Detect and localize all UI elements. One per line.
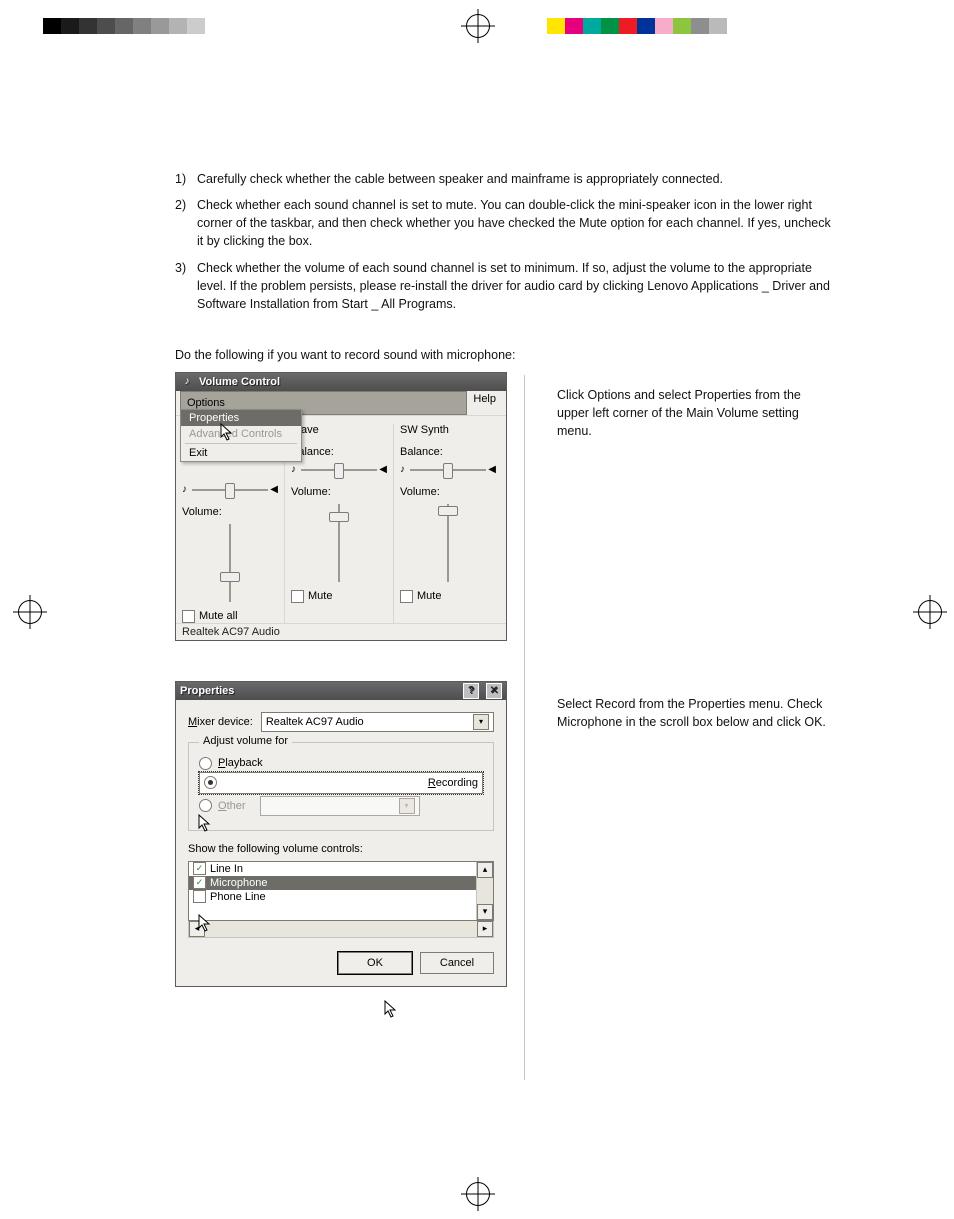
adjust-volume-group: Adjust volume for Playback Recording Oth… [188, 742, 494, 831]
balance-slider[interactable]: ♪◀ [182, 480, 278, 500]
window-title: Properties [180, 685, 234, 697]
cancel-button[interactable]: Cancel [420, 952, 494, 974]
menu-help[interactable]: Help [467, 391, 502, 415]
checkbox-linein[interactable]: ✓ [193, 862, 206, 875]
grayscale-bar [43, 18, 223, 34]
checkbox-phoneline[interactable] [193, 890, 206, 903]
mixer-label: Mixer device: [188, 716, 253, 728]
cursor-icon [198, 814, 212, 832]
properties-dialog: Properties ? ✕ Mixer device: Realtek AC9… [175, 681, 507, 987]
scrollbar-horizontal[interactable]: ◂▸ [188, 921, 494, 938]
chevron-down-icon[interactable]: ▾ [473, 714, 489, 730]
app-icon: ♪ [180, 375, 194, 389]
menu-item-exit[interactable]: Exit [181, 445, 301, 461]
show-controls-label: Show the following volume controls: [188, 843, 494, 855]
titlebar[interactable]: Properties ? ✕ [176, 682, 506, 700]
ok-button[interactable]: OK [338, 952, 412, 974]
steps-list: 1)Carefully check whether the cable betw… [175, 170, 834, 313]
step-3: 3)Check whether the volume of each sound… [175, 259, 834, 313]
caption-2: Select Record from the Properties menu. … [557, 681, 834, 731]
registration-mark-top [466, 14, 490, 38]
step-2: 2)Check whether each sound channel is se… [175, 196, 834, 250]
lead-text: Do the following if you want to record s… [175, 348, 834, 362]
volume-slider[interactable] [182, 524, 278, 602]
scroll-right-icon: ▸ [477, 921, 493, 937]
window-title: Volume Control [199, 376, 280, 388]
mute-checkbox[interactable] [400, 590, 413, 603]
registration-mark-right [918, 600, 942, 624]
menu-item-properties[interactable]: Properties [181, 410, 301, 426]
channel-swsynth: SW Synth Balance: ♪◀ Volume: Mute [394, 424, 502, 623]
radio-other: Other ▾ [199, 796, 483, 816]
mute-checkbox[interactable] [291, 590, 304, 603]
volume-control-window: ♪ Volume Control Options Help Properties… [175, 372, 507, 641]
mixer-select[interactable]: Realtek AC97 Audio ▾ [261, 712, 494, 732]
volume-slider[interactable] [291, 504, 387, 582]
cursor-icon [198, 914, 212, 932]
controls-listbox[interactable]: ✓Line In ✓Microphone Phone Line ▴▾ [188, 861, 494, 921]
other-select: ▾ [260, 796, 420, 816]
caption-1: Click Options and select Properties from… [557, 372, 834, 440]
cursor-icon [220, 423, 234, 441]
radio-playback[interactable]: Playback [199, 757, 483, 770]
volume-slider[interactable] [400, 504, 496, 582]
menu-item-advanced[interactable]: Advanced Controls [181, 426, 301, 442]
titlebar[interactable]: ♪ Volume Control [176, 373, 506, 391]
status-bar: Realtek AC97 Audio [176, 623, 506, 640]
radio-recording[interactable]: Recording [199, 772, 483, 794]
crop-mark [10, 48, 36, 74]
registration-mark-bottom [466, 1182, 490, 1206]
checkbox-microphone[interactable]: ✓ [193, 876, 206, 889]
registration-mark-left [18, 600, 42, 624]
balance-slider[interactable]: ♪◀ [400, 460, 496, 480]
scroll-up-icon: ▴ [477, 862, 493, 878]
help-button[interactable]: ? [463, 683, 479, 699]
scroll-down-icon: ▾ [477, 904, 493, 920]
scrollbar-vertical[interactable]: ▴▾ [476, 862, 493, 920]
color-bar [547, 18, 727, 34]
options-dropdown: Properties Advanced Controls Exit [180, 409, 302, 462]
cursor-icon [384, 1000, 398, 1018]
close-button[interactable]: ✕ [486, 683, 502, 699]
balance-slider[interactable]: ♪◀ [291, 460, 387, 480]
step-1: 1)Carefully check whether the cable betw… [175, 170, 834, 188]
mute-all-checkbox[interactable] [182, 610, 195, 623]
